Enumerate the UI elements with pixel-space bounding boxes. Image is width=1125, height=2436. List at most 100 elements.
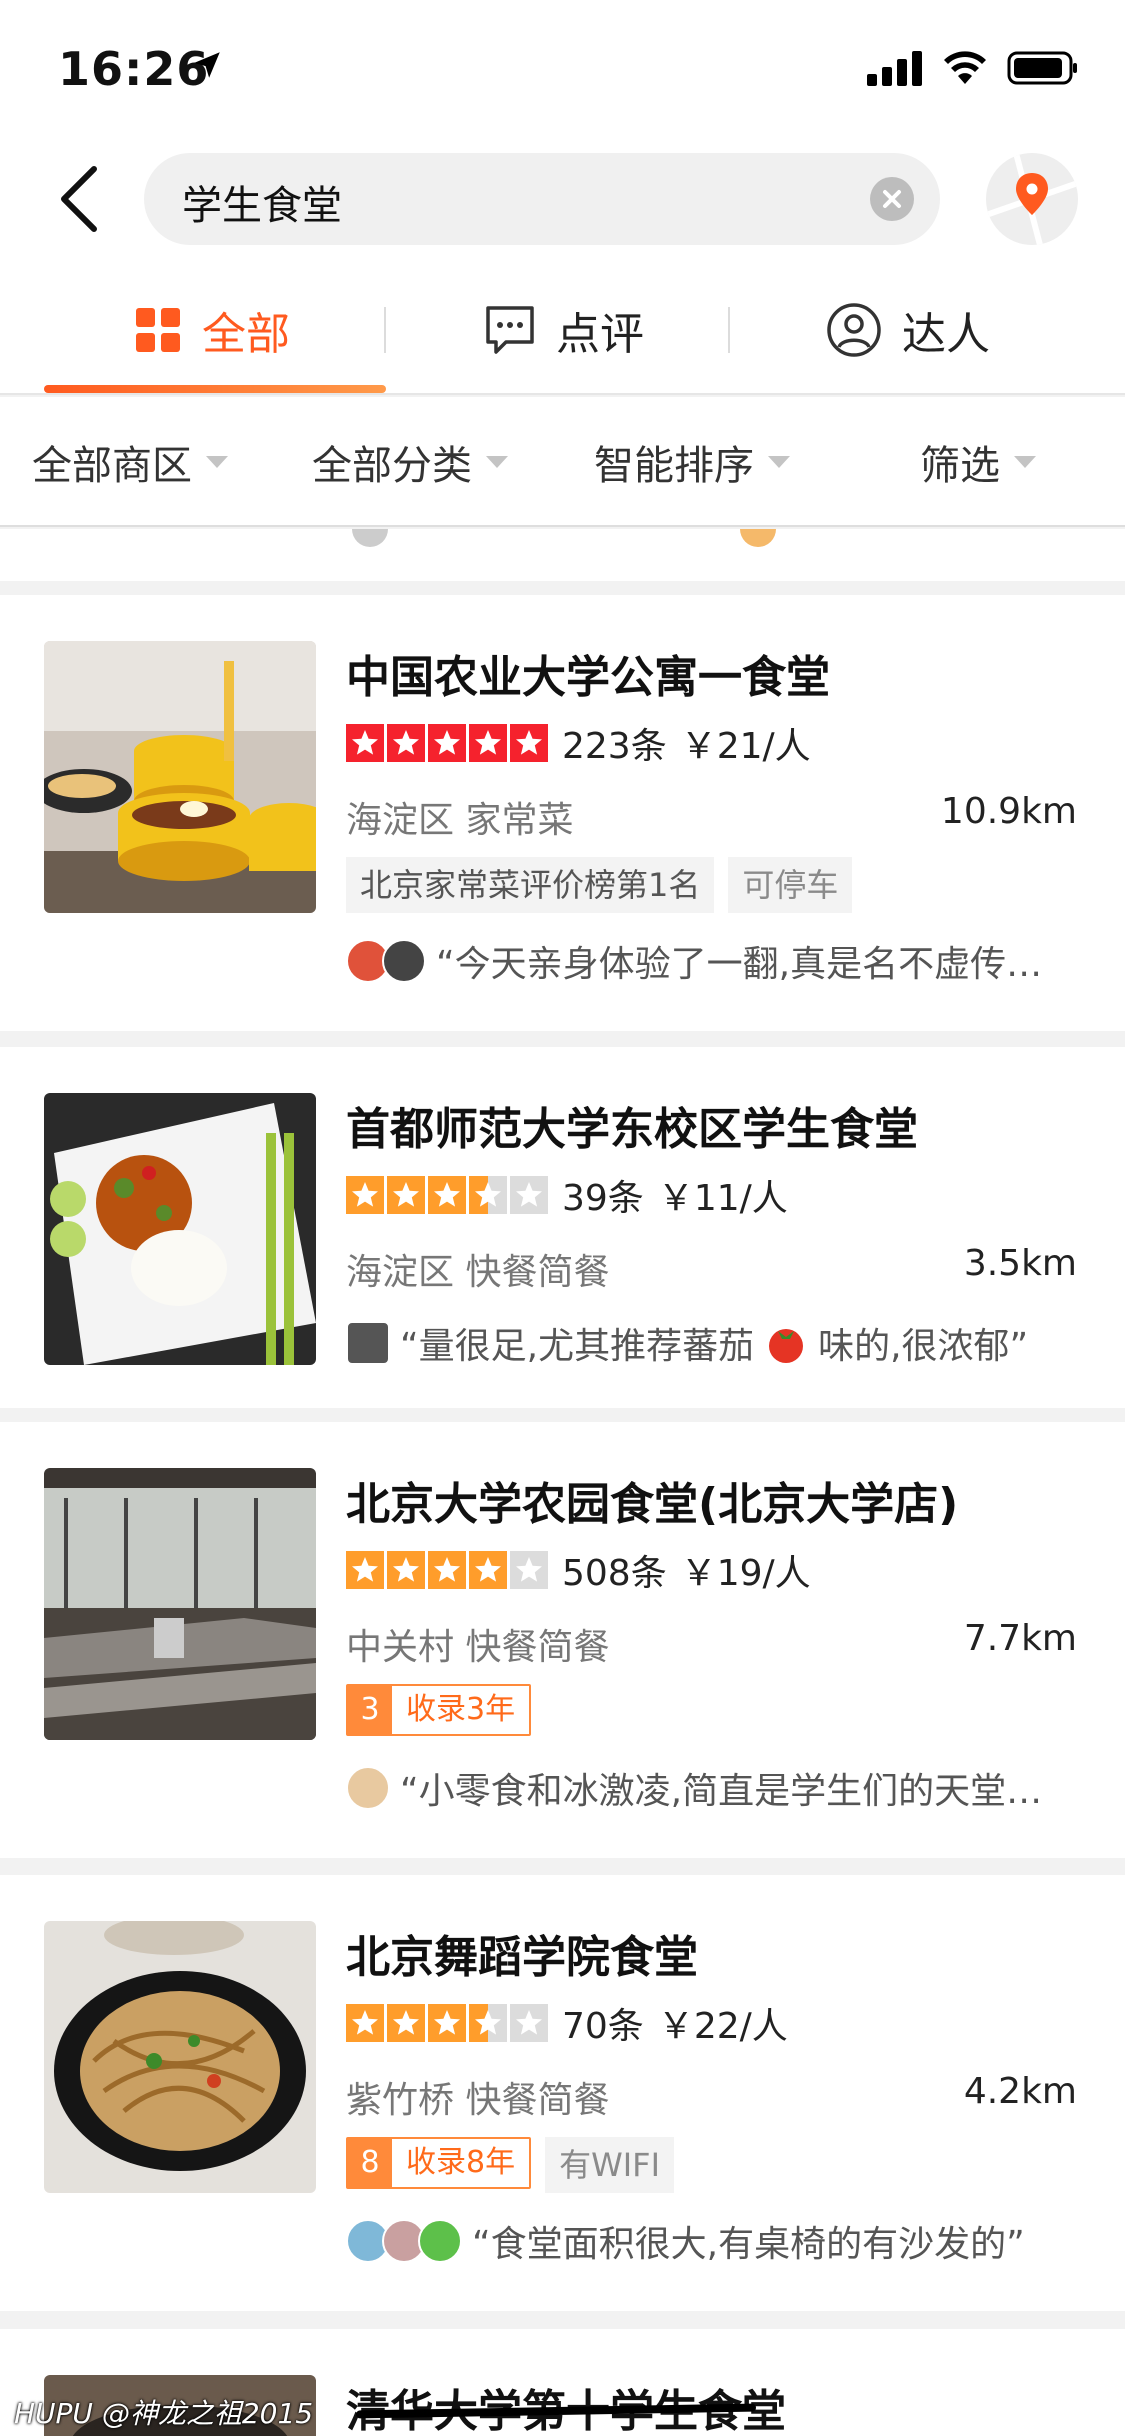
avg-price: ￥22/人 xyxy=(657,2006,788,2047)
map-button[interactable] xyxy=(986,153,1078,245)
tag-list: 3 收录3年 xyxy=(346,1684,532,1736)
star-rating xyxy=(346,1176,548,1214)
search-header: 学生食堂 xyxy=(0,135,1125,265)
avatar xyxy=(346,1766,390,1810)
result-tabs: 全部 点评 达人 xyxy=(0,265,1125,395)
star-icon xyxy=(510,724,548,762)
restaurant-name[interactable]: 北京舞蹈学院食堂 xyxy=(346,1921,698,1985)
distance: 10.9km xyxy=(940,791,1077,832)
result-card[interactable]: 首都师范大学东校区学生食堂 39条 ￥11/人 海淀区 快餐简餐 3.5km “… xyxy=(0,1047,1125,1408)
years-text: 收录8年 xyxy=(406,2145,516,2180)
avg-price: ￥11/人 xyxy=(657,1178,788,1219)
review-count: 70条 xyxy=(562,2006,644,2047)
search-input[interactable]: 学生食堂 xyxy=(144,153,940,245)
star-icon xyxy=(387,1551,425,1589)
user-icon xyxy=(827,303,881,357)
tab-experts[interactable]: 达人 xyxy=(826,265,990,395)
avatar xyxy=(346,1321,390,1365)
review-snippet-row[interactable]: “今天亲身体验了一翻,真是名不虚传… xyxy=(346,935,1042,987)
review-snippet: “量很足,尤其推荐蕃茄 xyxy=(400,1326,755,1367)
comment-icon xyxy=(486,306,534,354)
restaurant-name[interactable]: 中国农业大学公寓一食堂 xyxy=(346,641,830,705)
region-category: 海淀区 家常菜 xyxy=(346,800,574,841)
back-arrow-icon[interactable] xyxy=(52,163,112,235)
tag-list: 8 收录8年 有WIFI xyxy=(346,2137,675,2193)
star-rating xyxy=(346,2004,548,2042)
review-snippet-end: 味的,很浓郁” xyxy=(818,1326,1029,1367)
grid-icon xyxy=(136,308,180,352)
review-count: 223条 xyxy=(562,726,667,767)
status-time: 16:26 xyxy=(58,42,210,96)
review-snippet: “食堂面积很大,有桌椅的有沙发的” xyxy=(472,2224,1025,2265)
years-number: 3 xyxy=(348,1686,392,1734)
active-tab-indicator xyxy=(44,385,386,393)
status-bar: 16:26 xyxy=(0,0,1125,135)
tab-all[interactable]: 全部 xyxy=(134,265,290,395)
tab-experts-label: 达人 xyxy=(902,309,990,360)
caret-down-icon xyxy=(1014,456,1036,468)
years-number: 8 xyxy=(348,2139,392,2187)
restaurant-name[interactable]: 首都师范大学东校区学生食堂 xyxy=(346,1093,918,1157)
avatar xyxy=(382,939,426,983)
restaurant-photo xyxy=(44,1093,316,1365)
search-query: 学生食堂 xyxy=(182,183,342,229)
years-listed-badge: 3 收录3年 xyxy=(346,1684,532,1736)
review-snippet-row[interactable]: “食堂面积很大,有桌椅的有沙发的” xyxy=(346,2215,1025,2267)
map-pin-icon xyxy=(986,153,1078,245)
wifi-tag: 有WIFI xyxy=(545,2137,675,2193)
tag-list: 北京家常菜评价榜第1名 可停车 xyxy=(346,857,853,913)
ranking-tag[interactable]: 北京家常菜评价榜第1名 xyxy=(346,857,715,913)
filter-category-label: 全部分类 xyxy=(312,443,472,489)
avg-price: ￥19/人 xyxy=(680,1553,811,1594)
filter-district[interactable]: 全部商区 xyxy=(32,397,228,527)
restaurant-photo xyxy=(44,1921,316,2193)
result-card[interactable]: 北京舞蹈学院食堂 70条 ￥22/人 紫竹桥 快餐简餐 4.2km 8 收录8年… xyxy=(0,1875,1125,2311)
tab-reviews[interactable]: 点评 xyxy=(484,265,644,395)
star-icon xyxy=(469,2004,507,2042)
review-snippet: “小零食和冰激凌,简直是学生们的天堂… xyxy=(400,1771,1043,1812)
star-icon xyxy=(387,2004,425,2042)
cellular-signal-icon xyxy=(867,51,922,86)
avg-price: ￥21/人 xyxy=(680,726,811,767)
star-icon xyxy=(510,2004,548,2042)
review-snippet-row[interactable]: “量很足,尤其推荐蕃茄 味的,很浓郁” xyxy=(346,1317,1028,1369)
restaurant-name[interactable]: 北京大学农园食堂(北京大学店) xyxy=(346,1468,958,1532)
region-category: 海淀区 快餐简餐 xyxy=(346,1252,610,1293)
filter-category[interactable]: 全部分类 xyxy=(312,397,508,527)
rating-row: 39条 ￥11/人 xyxy=(346,1173,788,1219)
restaurant-photo xyxy=(44,641,316,913)
review-count: 39条 xyxy=(562,1178,644,1219)
star-icon xyxy=(346,1176,384,1214)
battery-icon xyxy=(1007,51,1077,85)
years-text: 收录3年 xyxy=(406,1692,516,1727)
partial-result-card xyxy=(0,529,1125,581)
star-rating xyxy=(346,1551,548,1589)
filter-sort[interactable]: 智能排序 xyxy=(594,397,790,527)
rating-row: 508条 ￥19/人 xyxy=(346,1548,811,1594)
star-icon xyxy=(387,1176,425,1214)
star-icon xyxy=(469,1176,507,1214)
tab-reviews-label: 点评 xyxy=(556,309,644,360)
caret-down-icon xyxy=(768,456,790,468)
restaurant-photo xyxy=(44,1468,316,1740)
avatar xyxy=(418,2219,462,2263)
result-card[interactable]: 北京大学农园食堂(北京大学店) 508条 ￥19/人 中关村 快餐简餐 7.7k… xyxy=(0,1422,1125,1858)
tab-divider xyxy=(728,307,730,353)
caret-down-icon xyxy=(486,456,508,468)
tab-all-label: 全部 xyxy=(202,309,290,360)
parking-tag: 可停车 xyxy=(728,857,853,913)
result-card[interactable]: 中国农业大学公寓一食堂 223条 ￥21/人 海淀区 家常菜 10.9km 北京… xyxy=(0,595,1125,1031)
star-icon xyxy=(346,724,384,762)
tab-divider xyxy=(384,307,386,353)
star-icon xyxy=(428,1551,466,1589)
review-snippet: “今天亲身体验了一翻,真是名不虚传… xyxy=(436,944,1043,985)
review-snippet-row[interactable]: “小零食和冰激凌,简直是学生们的天堂… xyxy=(346,1762,1042,1814)
filter-more[interactable]: 筛选 xyxy=(920,397,1036,527)
avatar xyxy=(740,529,776,547)
clear-search-button[interactable] xyxy=(870,177,914,221)
star-rating xyxy=(346,724,548,762)
star-icon xyxy=(346,2004,384,2042)
star-icon xyxy=(428,2004,466,2042)
distance: 7.7km xyxy=(963,1618,1077,1659)
region-category: 紫竹桥 快餐简餐 xyxy=(346,2080,610,2121)
